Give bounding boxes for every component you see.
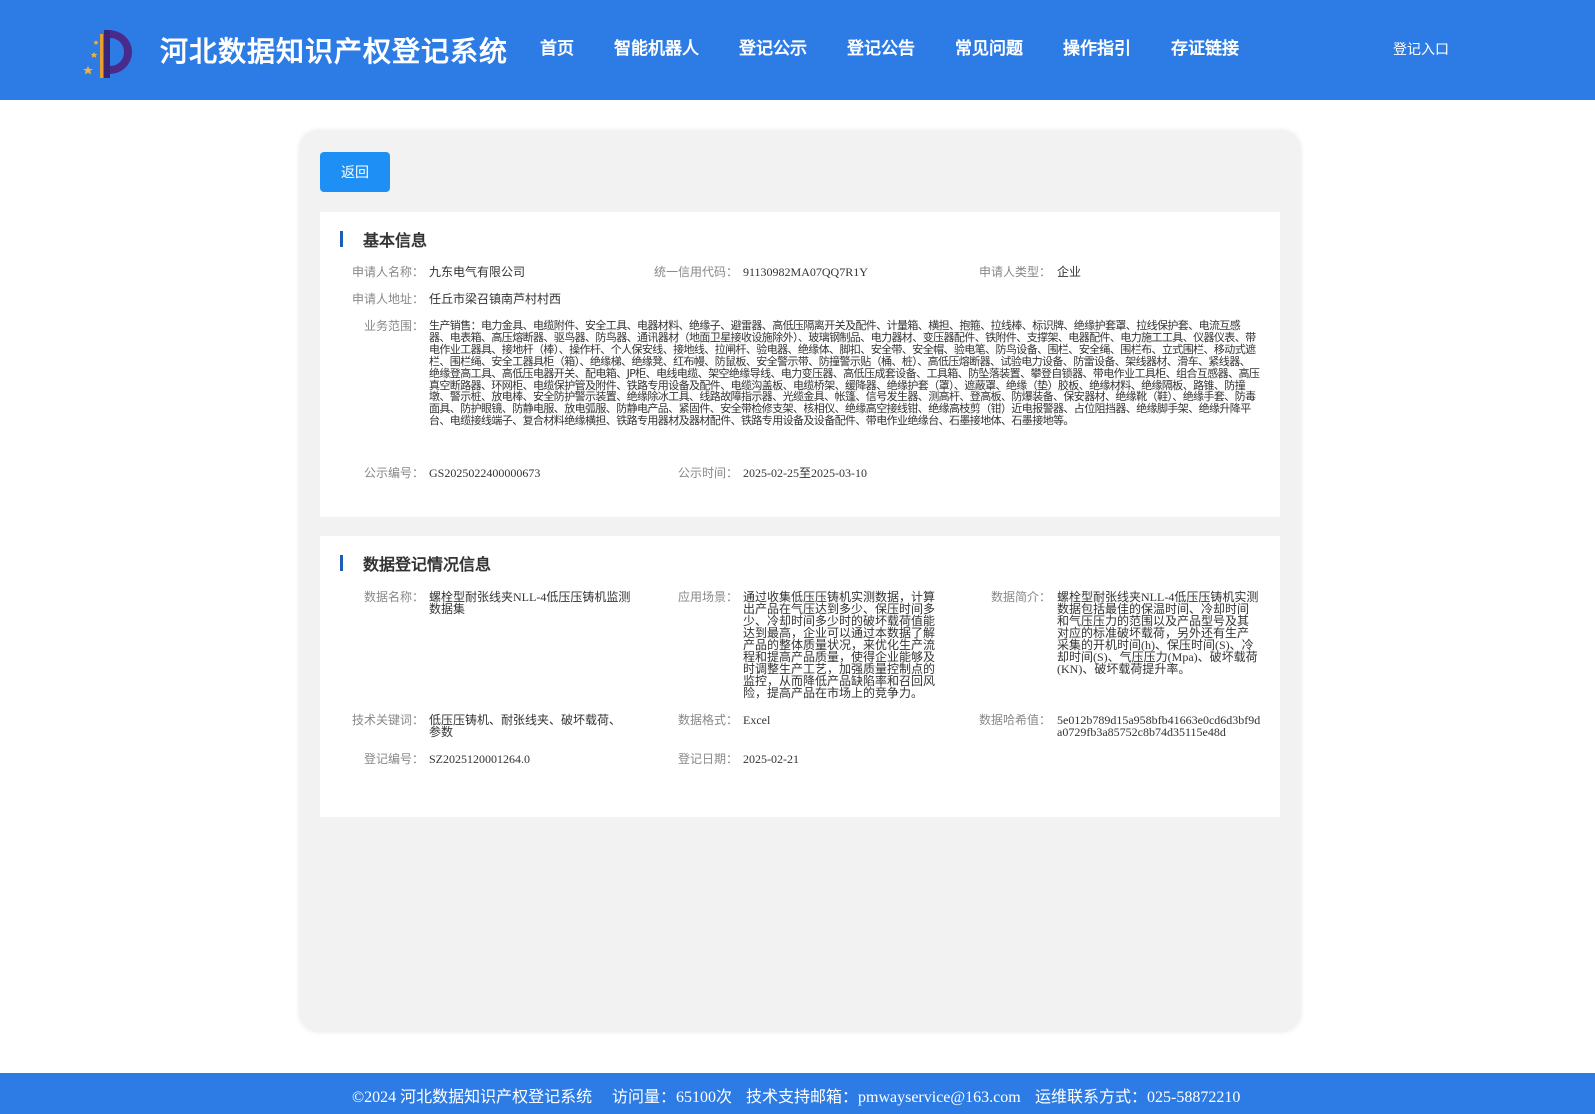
data-format-label: 数据格式： (677, 713, 738, 727)
nav-certificate-link[interactable]: 存证链接 (1171, 34, 1239, 59)
data-format-value: Excel (743, 713, 771, 727)
business-scope-label: 业务范围： (363, 319, 424, 333)
publicity-time-value: 2025-02-25至2025-03-10 (743, 466, 867, 480)
publicity-number-label: 公示编号： (363, 466, 424, 480)
data-registration-card: 数据登记情况信息 数据名称： 螺栓型耐张线夹NLL-4低压压铸机监测数据集 应用… (320, 536, 1280, 817)
data-intro-value: 螺栓型耐张线夹NLL-4低压压铸机实测数据包括最佳的保温时间、冷却时间和气压压力… (1057, 590, 1259, 676)
data-hash-label: 数据哈希值： (978, 713, 1051, 727)
applicant-type-label: 申请人类型： (978, 265, 1051, 279)
top-header: 河北数据知识产权登记系统 首页 智能机器人 登记公示 登记公告 常见问题 操作指… (0, 0, 1595, 100)
nav-robot[interactable]: 智能机器人 (614, 34, 699, 59)
login-link[interactable]: 登记入口 (1393, 39, 1449, 59)
site-logo (83, 30, 132, 78)
nav-faq[interactable]: 常见问题 (955, 34, 1023, 59)
data-name-label: 数据名称： (363, 590, 424, 604)
data-hash-value: 5e012b789d15a958bfb41663e0cd6d3bf9da0729… (1057, 713, 1261, 739)
scenario-value: 通过收集低压压铸机实测数据，计算出产品在气压达到多少、保压时间多少、冷却时间多少… (743, 590, 936, 700)
data-registration-title: 数据登记情况信息 (363, 555, 492, 574)
business-scope-value: 生产销售：电力金具、电缆附件、安全工具、电器材料、绝缘子、避雷器、高低压隔离开关… (429, 319, 1260, 428)
registration-date-label: 登记日期： (677, 752, 738, 766)
registration-number-value: SZ2025120001264.0 (429, 752, 531, 766)
nav-announcement[interactable]: 登记公告 (847, 34, 915, 59)
nav-home[interactable]: 首页 (540, 34, 574, 59)
basic-info-title: 基本信息 (363, 231, 428, 250)
registration-number-label: 登记编号： (363, 752, 424, 766)
section-bar (340, 555, 343, 571)
main-nav: 首页 智能机器人 登记公示 登记公告 常见问题 操作指引 存证链接 (520, 34, 1259, 59)
footer-visits: 访问量：65100次 (612, 1089, 733, 1106)
data-registration-heading: 数据登记情况信息 (340, 554, 492, 574)
keywords-label: 技术关键词： (351, 713, 424, 727)
applicant-name-label: 申请人名称： (351, 265, 424, 279)
nav-guide[interactable]: 操作指引 (1063, 34, 1131, 59)
registration-date-value: 2025-02-21 (743, 752, 799, 766)
basic-info-heading: 基本信息 (340, 230, 428, 250)
address-value: 任丘市梁召镇南芦村村西 (429, 292, 562, 306)
nav-publicity[interactable]: 登记公示 (739, 34, 807, 59)
data-name-value: 螺栓型耐张线夹NLL-4低压压铸机监测数据集 (429, 590, 631, 616)
detail-panel: 返回 基本信息 申请人名称： 九东电气有限公司 统一信用代码： 91130982… (300, 131, 1300, 1031)
footer-email: 技术支持邮箱：pmwayservice@163.com (746, 1089, 1021, 1106)
applicant-type-value: 企业 (1057, 265, 1082, 279)
credit-code-value: 91130982MA07QQ7R1Y (743, 265, 868, 279)
section-bar (340, 231, 343, 247)
footer-phone: 运维联系方式：025-58872210 (1035, 1089, 1241, 1106)
data-intro-label: 数据简介： (990, 590, 1051, 604)
credit-code-label: 统一信用代码： (653, 265, 738, 279)
footer-copyright: ©2024 河北数据知识产权登记系统 (352, 1089, 593, 1106)
site-title: 河北数据知识产权登记系统 (160, 35, 509, 68)
keywords-value: 低压压铸机、耐张线夹、破坏载荷、参数 (429, 713, 622, 739)
publicity-number-value: GS2025022400000673 (429, 466, 541, 480)
back-button[interactable]: 返回 (320, 152, 390, 192)
basic-info-card: 基本信息 申请人名称： 九东电气有限公司 统一信用代码： 91130982MA0… (320, 212, 1280, 517)
page-footer: ©2024 河北数据知识产权登记系统 访问量：65100次 技术支持邮箱：pmw… (0, 1073, 1595, 1114)
scenario-label: 应用场景： (677, 590, 738, 604)
address-label: 申请人地址： (351, 292, 424, 306)
publicity-time-label: 公示时间： (677, 466, 738, 480)
applicant-name-value: 九东电气有限公司 (429, 265, 526, 279)
